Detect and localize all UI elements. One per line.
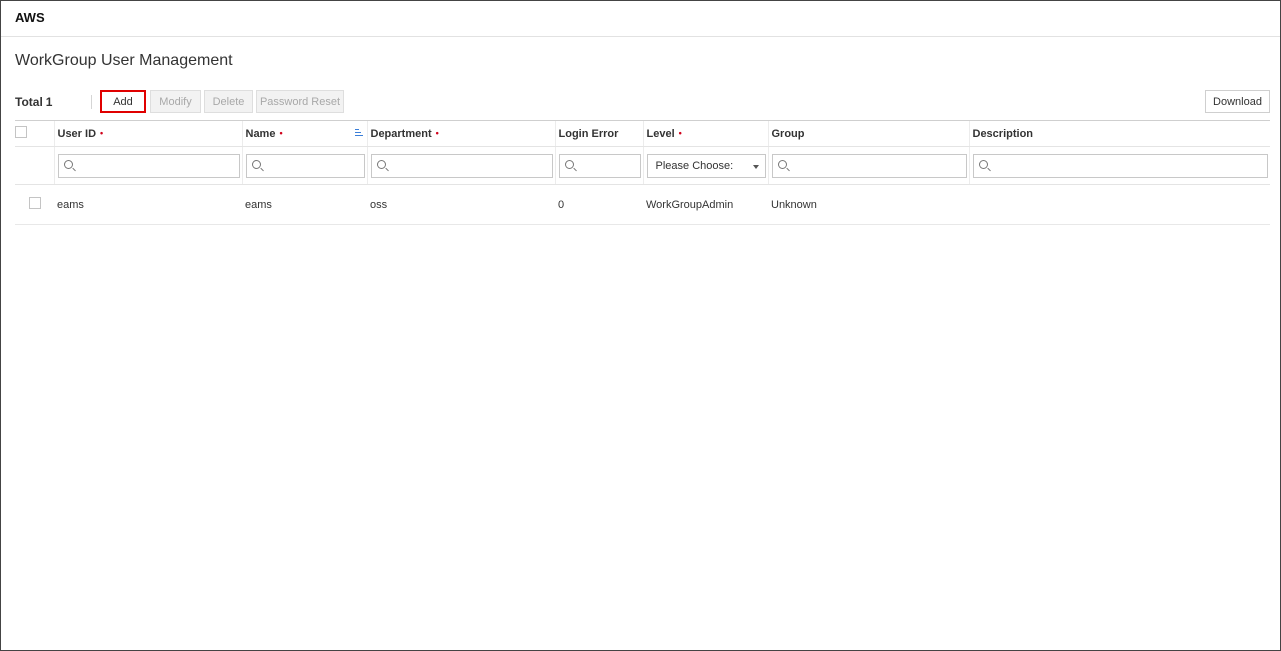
column-header-level[interactable]: Level •: [642, 120, 768, 147]
top-bar: AWS: [1, 1, 1280, 37]
user-table: User ID • Name • Department • Login Error L…: [15, 120, 1270, 225]
add-button[interactable]: Add: [100, 90, 146, 113]
login-error-filter-input[interactable]: [577, 156, 636, 175]
required-marker: •: [435, 127, 439, 138]
required-marker: •: [279, 127, 283, 138]
department-filter[interactable]: [370, 153, 553, 178]
row-checkbox[interactable]: [28, 197, 41, 209]
cell-login-error: 0: [555, 184, 643, 225]
chevron-down-icon: [752, 164, 759, 169]
search-icon: [777, 159, 787, 169]
search-icon: [978, 159, 988, 169]
cell-department: oss: [367, 184, 555, 225]
login-error-filter[interactable]: [558, 153, 641, 178]
download-button[interactable]: Download: [1205, 90, 1270, 113]
total-value: 1: [45, 95, 53, 109]
delete-button[interactable]: Delete: [204, 90, 253, 113]
table-header-row: User ID • Name • Department • Login Error L…: [15, 120, 1270, 147]
page-title: WorkGroup User Management: [15, 52, 233, 69]
search-icon: [63, 159, 73, 169]
name-filter[interactable]: [245, 153, 365, 178]
column-header-name[interactable]: Name •: [241, 120, 367, 147]
cell-description: [969, 184, 1270, 225]
column-header-description[interactable]: Description: [968, 120, 1270, 147]
column-header-group[interactable]: Group: [767, 120, 969, 147]
cell-user-id: eams: [54, 184, 242, 225]
user-id-filter[interactable]: [57, 153, 240, 178]
search-icon: [251, 159, 261, 169]
search-icon: [376, 159, 386, 169]
column-header-user-id[interactable]: User ID •: [53, 120, 242, 147]
group-filter[interactable]: [771, 153, 967, 178]
column-header-login-error[interactable]: Login Error: [554, 120, 643, 147]
user-id-filter-input[interactable]: [76, 156, 235, 175]
app-title: AWS: [15, 10, 45, 25]
required-marker: •: [100, 127, 104, 138]
total-label: Total: [15, 95, 43, 109]
modify-button[interactable]: Modify: [150, 90, 201, 113]
filter-cell-empty: [15, 146, 54, 185]
password-reset-button[interactable]: Password Reset: [256, 90, 344, 113]
cell-name: eams: [242, 184, 367, 225]
description-filter[interactable]: [972, 153, 1268, 178]
description-filter-input[interactable]: [991, 156, 1263, 175]
table-row[interactable]: eams eams oss 0 WorkGroupAdmin Unknown: [15, 184, 1270, 225]
cell-group: Unknown: [768, 184, 969, 225]
total-count: Total 1: [15, 95, 52, 109]
toolbar-divider: [91, 95, 92, 109]
select-all-checkbox[interactable]: [15, 126, 27, 138]
department-filter-input[interactable]: [389, 156, 548, 175]
level-filter-select[interactable]: Please Choose:: [646, 153, 766, 178]
search-icon: [564, 159, 574, 169]
filter-row: Please Choose:: [15, 146, 1270, 185]
required-marker: •: [678, 127, 682, 138]
sort-icon[interactable]: [354, 129, 363, 138]
select-all-cell: [15, 120, 54, 147]
cell-level: WorkGroupAdmin: [643, 184, 768, 225]
name-filter-input[interactable]: [264, 156, 360, 175]
column-header-department[interactable]: Department •: [366, 120, 555, 147]
group-filter-input[interactable]: [790, 156, 962, 175]
